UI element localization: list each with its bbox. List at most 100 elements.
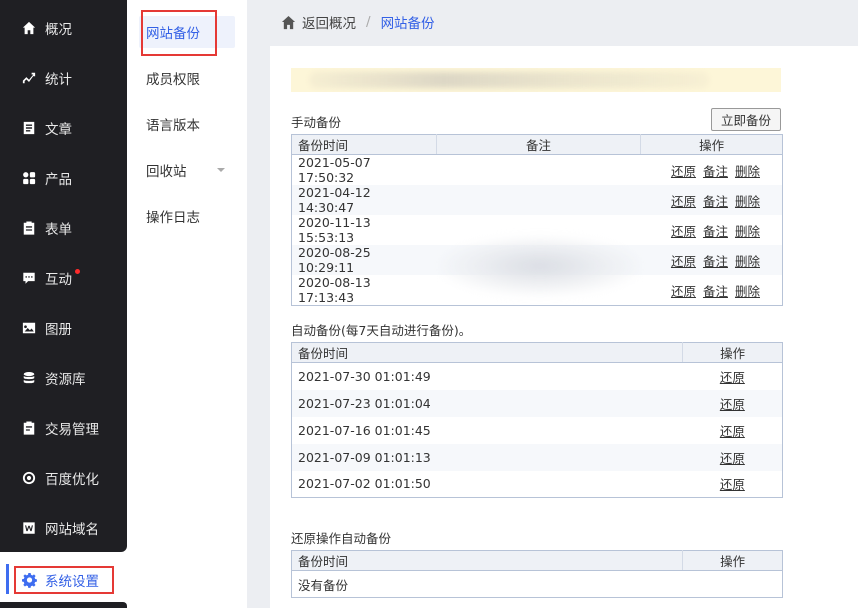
sidebar-item-domain[interactable]: 网站域名: [0, 503, 127, 553]
restore-link[interactable]: 还原: [671, 224, 696, 239]
restore-link[interactable]: 还原: [671, 194, 696, 209]
blurred-notice-text: [309, 72, 709, 88]
sidebar-item-label: 互动: [45, 272, 72, 288]
row-actions: 还原: [683, 471, 783, 498]
submenu-item-label: 回收站: [146, 164, 187, 180]
backup-time: 2020-08-13 17:13:43: [298, 275, 371, 305]
submenu-item-recycle[interactable]: 回收站: [127, 153, 247, 187]
article-icon: [22, 121, 36, 135]
column-header-time: 备份时间: [291, 550, 684, 571]
auto-backup-title: 自动备份(每7天自动进行备份)。: [291, 323, 472, 338]
sidebar-item-label: 概况: [45, 22, 72, 38]
restore-link[interactable]: 还原: [671, 164, 696, 179]
sidebar-item-label: 交易管理: [45, 422, 99, 438]
submenu-item-permissions[interactable]: 成员权限: [127, 61, 247, 95]
column-header-time: 备份时间: [291, 342, 684, 363]
note-link[interactable]: 备注: [703, 194, 728, 209]
backup-note: [436, 245, 641, 275]
sidebar-item-label: 文章: [45, 122, 72, 138]
restore-link[interactable]: 还原: [671, 254, 696, 269]
column-header-actions: 操作: [682, 550, 783, 571]
table-row: 2020-08-13 17:13:43 还原 备注 删除: [292, 275, 783, 306]
restore-link[interactable]: 还原: [720, 477, 745, 492]
sidebar-item-label: 百度优化: [45, 472, 99, 488]
delete-link[interactable]: 删除: [735, 254, 760, 269]
sidebar-active-area: 系统设置: [0, 552, 127, 608]
sidebar-item-forms[interactable]: 表单: [0, 203, 127, 253]
notice-banner: [291, 68, 781, 92]
row-actions: 还原: [683, 417, 783, 444]
database-icon: [22, 371, 36, 385]
manual-backup-table: 备份时间 备注 操作 2021-05-07 17:50:32 还原 备注 删除 2021…: [291, 134, 783, 306]
table-row: 2021-04-12 14:30:47 还原 备注 删除: [291, 185, 783, 215]
row-actions: 还原 备注 删除: [641, 155, 783, 186]
restore-link[interactable]: 还原: [720, 451, 745, 466]
delete-link[interactable]: 删除: [735, 164, 760, 179]
sidebar-item-label: 资源库: [45, 372, 86, 388]
note-link[interactable]: 备注: [703, 254, 728, 269]
sidebar-item-resources[interactable]: 资源库: [0, 353, 127, 403]
sidebar-item-label: 产品: [45, 172, 72, 188]
sidebar-item-label: 统计: [45, 72, 72, 88]
manual-backup-title: 手动备份: [291, 115, 342, 130]
row-actions: 还原 备注 删除: [641, 275, 783, 306]
column-header-actions: 操作: [640, 134, 783, 155]
table-row: 2020-11-13 15:53:13 还原 备注 删除: [292, 215, 783, 245]
submenu-item-logs[interactable]: 操作日志: [127, 199, 247, 233]
sidebar-item-overview[interactable]: 概况: [0, 3, 127, 53]
backup-time: 2021-07-09 01:01:13: [291, 443, 683, 471]
gallery-icon: [22, 321, 36, 335]
table-row: 2021-07-30 01:01:49 还原: [292, 363, 783, 390]
backup-note: [436, 215, 640, 245]
row-actions: 还原 备注 删除: [641, 215, 783, 245]
row-actions: 还原: [683, 363, 783, 390]
table-row: 2020-08-25 10:29:11 还原 备注 删除: [291, 245, 783, 275]
delete-link[interactable]: 删除: [735, 284, 760, 299]
backup-note: [436, 155, 640, 186]
restore-link[interactable]: 还原: [671, 284, 696, 299]
sidebar-item-label: 系统设置: [45, 574, 99, 590]
sidebar-item-seo[interactable]: 百度优化: [0, 453, 127, 503]
note-link[interactable]: 备注: [703, 164, 728, 179]
domain-icon: [22, 521, 36, 535]
active-indicator: [6, 564, 9, 594]
row-actions: 还原: [682, 389, 783, 417]
main-sidebar: 概况 统计 文章 产品 表单 互动 图册 资源库 交易管理 百度优化 网站域名: [0, 0, 127, 552]
sidebar-footer: [0, 602, 127, 608]
backup-note: [436, 275, 640, 306]
restore-link[interactable]: 还原: [720, 424, 745, 439]
breadcrumb-back-link[interactable]: 返回概况: [302, 12, 356, 32]
restore-link[interactable]: 还原: [720, 370, 745, 385]
gear-icon: [22, 572, 37, 588]
backup-time: 2021-07-23 01:01:04: [291, 389, 683, 417]
table-row: 2021-07-09 01:01:13 还原: [291, 443, 783, 471]
form-icon: [22, 221, 36, 235]
submenu-item-languages[interactable]: 语言版本: [127, 107, 247, 141]
sidebar-item-label: 网站域名: [45, 522, 99, 538]
note-link[interactable]: 备注: [703, 284, 728, 299]
table-row: 2021-07-16 01:01:45 还原: [292, 417, 783, 444]
sidebar-item-label: 图册: [45, 322, 72, 338]
backup-time: 2021-05-07 17:50:32: [298, 155, 371, 185]
trade-icon: [22, 421, 36, 435]
backup-time: 2021-04-12 14:30:47: [291, 185, 437, 215]
sidebar-item-interaction[interactable]: 互动: [0, 253, 127, 303]
sidebar-item-gallery[interactable]: 图册: [0, 303, 127, 353]
backup-time: 2021-07-16 01:01:45: [298, 422, 431, 438]
delete-link[interactable]: 删除: [735, 194, 760, 209]
chart-icon: [22, 71, 36, 85]
sidebar-item-products[interactable]: 产品: [0, 153, 127, 203]
sidebar-item-settings[interactable]: 系统设置: [14, 566, 114, 594]
sidebar-item-stats[interactable]: 统计: [0, 53, 127, 103]
sidebar-item-trade[interactable]: 交易管理: [0, 403, 127, 453]
backup-now-button[interactable]: 立即备份: [711, 108, 781, 131]
table-row: 2021-05-07 17:50:32 还原 备注 删除: [292, 155, 783, 186]
sidebar-item-articles[interactable]: 文章: [0, 103, 127, 153]
restore-backup-title: 还原操作自动备份: [291, 531, 392, 546]
note-link[interactable]: 备注: [703, 224, 728, 239]
restore-link[interactable]: 还原: [720, 397, 745, 412]
chat-icon: [22, 271, 36, 285]
table-row: 2021-07-02 01:01:50 还原: [292, 471, 783, 498]
chevron-down-icon: [217, 168, 225, 172]
delete-link[interactable]: 删除: [735, 224, 760, 239]
